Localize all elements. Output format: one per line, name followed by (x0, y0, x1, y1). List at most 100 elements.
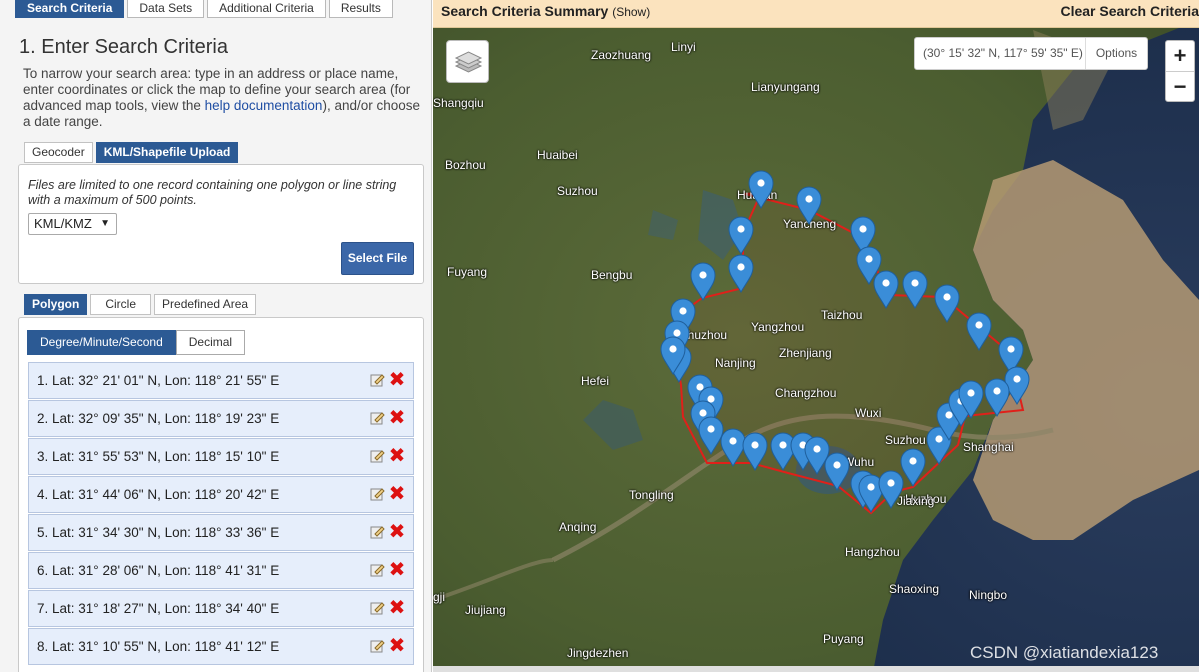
delete-icon[interactable]: ✖ (388, 483, 406, 505)
delete-icon[interactable]: ✖ (388, 559, 406, 581)
intro-text: To narrow your search area: type in an a… (23, 66, 423, 130)
polygon-panel: Degree/Minute/Second Decimal 1. Lat: 32°… (18, 317, 424, 672)
summary-show-link[interactable]: (Show) (612, 5, 650, 19)
layers-icon (454, 51, 483, 73)
city-label: Zhenjiang (779, 346, 832, 360)
zoom-in-button[interactable]: + (1166, 41, 1194, 71)
search-criteria-summary-bar: Search Criteria Summary (Show) Clear Sea… (433, 0, 1199, 28)
city-label: Linyi (671, 40, 696, 54)
format-decimal-button[interactable]: Decimal (175, 330, 246, 355)
top-tabs: Search Criteria Data Sets Additional Cri… (15, 0, 396, 18)
watermark: CSDN @xiatiandexia123 (970, 643, 1159, 662)
tab-circle[interactable]: Circle (90, 294, 152, 315)
city-label: Huaibei (537, 148, 578, 162)
cursor-coordinate-box: (30° 15' 32" N, 117° 59' 35" E) Options (914, 37, 1148, 70)
coordinate-row: 2. Lat: 32° 09' 35" N, Lon: 118° 19' 23"… (28, 400, 414, 437)
zoom-control: + − (1165, 40, 1195, 102)
satellite-map[interactable] (433, 0, 1199, 672)
city-label: Changzhou (775, 386, 837, 400)
coordinate-text: 7. Lat: 31° 18' 27" N, Lon: 118° 34' 40"… (37, 601, 280, 616)
edit-icon[interactable] (369, 562, 385, 578)
summary-title[interactable]: Search Criteria Summary (Show) (441, 0, 650, 23)
city-label: Ningbo (969, 588, 1008, 602)
edit-icon[interactable] (369, 638, 385, 654)
city-label: Bengbu (591, 268, 633, 282)
coordinate-row: 8. Lat: 31° 10' 55" N, Lon: 118° 41' 12"… (28, 628, 414, 665)
coordinate-row: 3. Lat: 31° 55' 53" N, Lon: 118° 15' 10"… (28, 438, 414, 475)
coordinate-text: 1. Lat: 32° 21' 01" N, Lon: 118° 21' 55"… (37, 373, 280, 388)
tab-additional-criteria[interactable]: Additional Criteria (207, 0, 326, 18)
upload-limit-note: Files are limited to one record containi… (28, 178, 397, 207)
coordinate-text: 3. Lat: 31° 55' 53" N, Lon: 118° 15' 10"… (37, 449, 280, 464)
city-label: Shangqiu (433, 96, 484, 110)
shape-tabs: Polygon Circle Predefined Area (24, 294, 259, 315)
tab-geocoder[interactable]: Geocoder (24, 142, 93, 163)
delete-icon[interactable]: ✖ (388, 407, 406, 429)
city-label: Zaozhuang (591, 48, 652, 62)
city-label: Jiujiang (465, 603, 506, 617)
map-bottom-scrollbar[interactable] (433, 666, 1199, 672)
select-file-button[interactable]: Select File (341, 242, 414, 275)
coordinate-text: 8. Lat: 31° 10' 55" N, Lon: 118° 41' 12"… (37, 639, 280, 654)
city-label: Wuxi (855, 406, 882, 420)
coordinate-text: 4. Lat: 31° 44' 06" N, Lon: 118° 20' 42"… (37, 487, 280, 502)
city-label: Wuhu (843, 455, 875, 469)
coordinate-text: 6. Lat: 31° 28' 06" N, Lon: 118° 41' 31"… (37, 563, 280, 578)
city-label: Suzhou (885, 433, 926, 447)
city-label: Fuyang (447, 265, 488, 279)
city-label: Lianyungang (751, 80, 820, 94)
edit-icon[interactable] (369, 600, 385, 616)
edit-icon[interactable] (369, 486, 385, 502)
coordinate-row: 7. Lat: 31° 18' 27" N, Lon: 118° 34' 40"… (28, 590, 414, 627)
edit-icon[interactable] (369, 448, 385, 464)
city-label: Bozhou (445, 158, 486, 172)
delete-icon[interactable]: ✖ (388, 369, 406, 391)
coordinate-row: 4. Lat: 31° 44' 06" N, Lon: 118° 20' 42"… (28, 476, 414, 513)
tab-search-criteria[interactable]: Search Criteria (15, 0, 125, 18)
zoom-out-button[interactable]: − (1166, 71, 1194, 101)
delete-icon[interactable]: ✖ (388, 635, 406, 657)
edit-icon[interactable] (369, 524, 385, 540)
upload-panel: Files are limited to one record containi… (18, 164, 424, 284)
edit-icon[interactable] (369, 372, 385, 388)
city-label: Shanghai (963, 440, 1014, 454)
city-label: Tongling (629, 488, 674, 502)
delete-icon[interactable]: ✖ (388, 521, 406, 543)
map-view[interactable]: Zaozhuang Linyi Lianyungang Shangqiu Bozhou H… (433, 0, 1199, 672)
format-dms-button[interactable]: Degree/Minute/Second (27, 330, 176, 355)
file-format-value: KML/KMZ (34, 216, 92, 231)
dropdown-caret-icon: ▼ (100, 218, 110, 229)
tab-polygon[interactable]: Polygon (24, 294, 88, 315)
city-label: Anqing (559, 520, 597, 534)
city-label: Nanjing (715, 356, 756, 370)
city-label: Suzhou (557, 184, 598, 198)
coordinate-text: 2. Lat: 32° 09' 35" N, Lon: 118° 19' 23"… (37, 411, 280, 426)
help-documentation-link[interactable]: help documentation (205, 98, 323, 113)
coordinate-text: 5. Lat: 31° 34' 30" N, Lon: 118° 33' 36"… (37, 525, 280, 540)
edit-icon[interactable] (369, 410, 385, 426)
city-label: Hefei (581, 374, 610, 388)
tab-kml-shapefile-upload[interactable]: KML/Shapefile Upload (95, 142, 239, 163)
cursor-coordinate: (30° 15' 32" N, 117° 59' 35" E) (923, 46, 1083, 60)
city-label: Jingdezhen (567, 646, 629, 660)
city-label: Shaoxing (889, 582, 940, 596)
input-tabs: Geocoder KML/Shapefile Upload (24, 142, 241, 163)
layers-button[interactable] (446, 40, 489, 83)
map-options-button[interactable]: Options (1085, 38, 1147, 69)
clear-search-criteria-link[interactable]: Clear Search Criteria (1060, 0, 1199, 22)
left-panel: Search Criteria Data Sets Additional Cri… (0, 0, 432, 672)
tab-predefined-area[interactable]: Predefined Area (154, 294, 257, 315)
city-label: gji (433, 590, 446, 604)
page-title: 1. Enter Search Criteria (19, 36, 228, 58)
delete-icon[interactable]: ✖ (388, 597, 406, 619)
file-format-select[interactable]: KML/KMZ ▼ (28, 213, 117, 235)
city-label: Yancheng (783, 217, 837, 231)
city-label: Chuzhou (679, 328, 728, 342)
city-label: Puyang (823, 632, 864, 646)
city-label: Huai'an (737, 188, 778, 202)
city-label: Hangzhou (845, 545, 900, 559)
tab-data-sets[interactable]: Data Sets (127, 0, 205, 18)
city-label: Yangzhou (751, 320, 805, 334)
delete-icon[interactable]: ✖ (388, 445, 406, 467)
tab-results[interactable]: Results (328, 0, 393, 18)
